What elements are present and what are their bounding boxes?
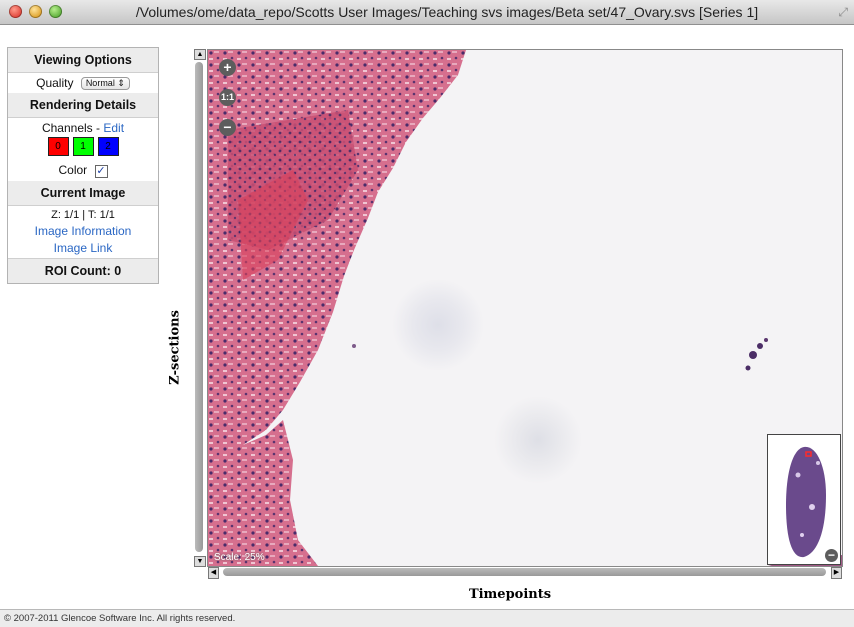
z-sections-label: Z-sections [167, 310, 183, 385]
scale-readout: Scale: 25% [214, 552, 265, 563]
close-window-button[interactable] [9, 5, 22, 18]
channels-label: Channels - [41, 121, 104, 136]
image-link-row: Image Link [8, 238, 158, 258]
zoom-out-button[interactable]: − [219, 119, 236, 136]
channel-button[interactable]: 2 [97, 137, 119, 157]
window-title: /Volumes/ome/data_repo/Scotts User Image… [135, 4, 759, 20]
options-panel: Viewing Options Quality Normal ⇕ Renderi… [7, 47, 159, 284]
channels-edit-link[interactable]: Edit [103, 121, 124, 135]
tissue-image [208, 50, 842, 566]
color-row: Color ✓ [8, 160, 158, 180]
timepoints-label: Timepoints [468, 587, 552, 602]
quality-label: Quality [36, 76, 74, 90]
channel-button[interactable]: 0 [47, 137, 69, 157]
scroll-down-icon[interactable]: ▼ [194, 556, 206, 567]
channels-row: Channels - Edit [8, 118, 158, 135]
scroll-left-icon[interactable]: ◀ [208, 567, 219, 579]
viewing-options-header: Viewing Options [8, 48, 158, 73]
zoom-window-button[interactable] [49, 5, 62, 18]
timepoint-scroll-thumb[interactable] [223, 568, 826, 576]
minimize-window-button[interactable] [29, 5, 42, 18]
z-scroll-thumb[interactable] [195, 62, 203, 552]
quality-value: Normal [85, 78, 115, 89]
rendering-details-header: Rendering Details [8, 93, 158, 119]
thumbnail-image [786, 446, 826, 558]
title-bar: /Volumes/ome/data_repo/Scotts User Image… [0, 0, 854, 25]
z-scrollbar[interactable]: ▲ ▼ [193, 49, 206, 567]
color-checkbox[interactable]: ✓ [94, 164, 108, 178]
zt-info: Z: 1/1 | T: 1/1 [51, 208, 115, 221]
image-viewer[interactable]: + 1:1 − Scale: 25% − [207, 49, 843, 567]
zoom-in-button[interactable]: + [219, 59, 236, 76]
image-link[interactable]: Image Link [54, 241, 113, 255]
timepoint-scrollbar[interactable]: ◀ ▶ [208, 566, 842, 579]
quality-row: Quality Normal ⇕ [8, 73, 158, 93]
z-sections-axis: Z-sections [167, 285, 183, 415]
navigation-thumbnail[interactable]: − [767, 434, 841, 565]
roi-count: ROI Count: 0 [8, 257, 158, 283]
fullscreen-icon[interactable]: ⤢ [838, 5, 848, 20]
channel-button[interactable]: 1 [72, 137, 94, 157]
color-label: Color [58, 163, 88, 178]
scroll-right-icon[interactable]: ▶ [831, 567, 842, 579]
main-content: Viewing Options Quality Normal ⇕ Renderi… [0, 25, 854, 609]
image-information-link[interactable]: Image Information [35, 224, 132, 238]
footer-copyright: © 2007-2011 Glencoe Software Inc. All ri… [0, 609, 854, 627]
quality-select[interactable]: Normal ⇕ [80, 77, 130, 91]
zoom-reset-button[interactable]: 1:1 [219, 89, 236, 106]
thumbnail-collapse-button[interactable]: − [825, 549, 838, 562]
current-image-header: Current Image [8, 180, 158, 206]
image-information-row: Image Information [8, 224, 158, 238]
channel-buttons: 0 1 2 [8, 135, 158, 160]
scroll-up-icon[interactable]: ▲ [194, 49, 206, 60]
